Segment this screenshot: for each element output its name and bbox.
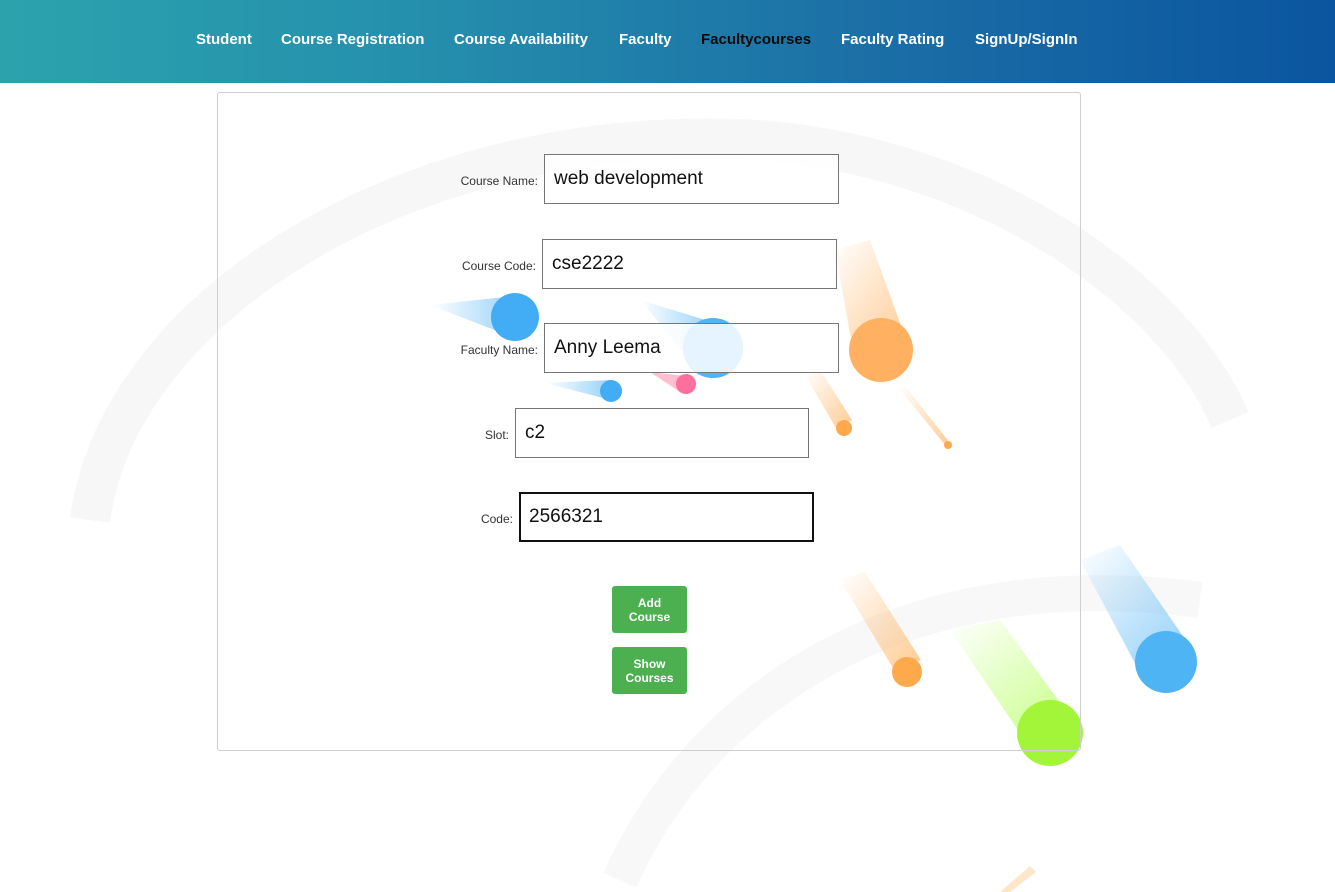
show-courses-button[interactable]: Show Courses (612, 647, 687, 694)
top-navbar: Student Course Registration Course Avail… (0, 0, 1335, 83)
faculty-name-input[interactable] (544, 323, 839, 373)
add-course-button[interactable]: Add Course (612, 586, 687, 633)
slot-input[interactable] (515, 408, 809, 458)
code-input[interactable] (519, 492, 814, 542)
course-name-input[interactable] (544, 154, 839, 204)
slot-label: Slot: (484, 428, 509, 442)
course-name-label: Course Name: (460, 174, 538, 188)
nav-item-course-registration[interactable]: Course Registration (281, 31, 424, 48)
nav-item-signup-signin[interactable]: SignUp/SignIn (975, 31, 1078, 48)
course-code-input[interactable] (542, 239, 837, 289)
nav-item-course-availability[interactable]: Course Availability (454, 31, 588, 48)
nav-item-student[interactable]: Student (196, 31, 252, 48)
nav-item-facultycourses[interactable]: Facultycourses (701, 31, 811, 48)
course-code-label: Course Code: (461, 259, 536, 273)
faculty-name-label: Faculty Name: (460, 343, 538, 357)
nav-item-faculty-rating[interactable]: Faculty Rating (841, 31, 944, 48)
nav-item-faculty[interactable]: Faculty (619, 31, 672, 48)
code-label: Code: (480, 512, 513, 526)
